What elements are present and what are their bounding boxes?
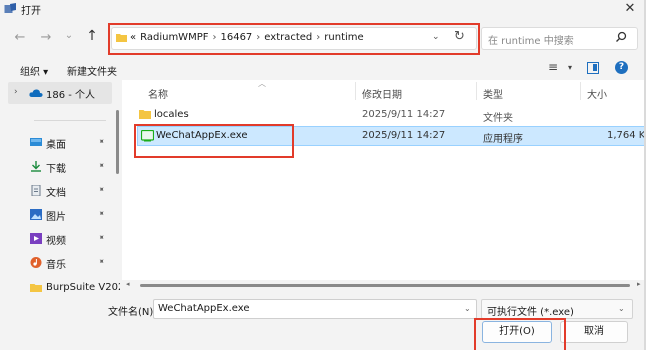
sidebar-item-label: 桌面 xyxy=(46,140,66,151)
videos-icon xyxy=(30,233,42,244)
file-modified: 2025/9/11 14:27 xyxy=(362,130,446,141)
sidebar-item-pictures[interactable]: 图片 ✦ xyxy=(30,206,110,224)
recent-locations-button[interactable]: ⌄ xyxy=(62,30,76,46)
sidebar-item-documents[interactable]: 文档 ✦ xyxy=(30,182,110,200)
forward-button[interactable]: → xyxy=(38,30,54,46)
file-modified: 2025/9/11 14:27 xyxy=(362,109,446,120)
column-divider[interactable] xyxy=(355,82,356,100)
sidebar-item-music[interactable]: 音乐 ✦ xyxy=(30,254,110,272)
column-header-type[interactable]: 类型 xyxy=(483,86,503,101)
file-type: 应用程序 xyxy=(483,134,523,145)
pin-icon[interactable]: ✦ xyxy=(96,184,107,195)
cancel-button[interactable]: 取消 xyxy=(560,321,628,343)
organize-button[interactable]: 组织 ▾ xyxy=(20,63,48,78)
view-options-icon[interactable]: ≡ xyxy=(548,60,558,74)
divider xyxy=(34,120,106,121)
filetype-value: 可执行文件 (*.exe) xyxy=(487,307,574,318)
file-type: 文件夹 xyxy=(483,113,513,124)
column-header-name[interactable]: 名称 xyxy=(148,86,168,101)
sidebar-item-label: 下载 xyxy=(46,164,66,175)
sidebar-item-burpsuite[interactable]: BurpSuite V202 xyxy=(30,280,120,292)
pin-icon[interactable]: ✦ xyxy=(96,256,107,267)
preview-pane-icon[interactable] xyxy=(587,62,599,74)
pin-icon[interactable]: ✦ xyxy=(96,160,107,171)
pin-icon[interactable]: ✦ xyxy=(96,232,107,243)
pictures-icon xyxy=(30,209,42,220)
music-icon xyxy=(30,257,42,268)
app-icon xyxy=(4,3,16,13)
new-folder-button[interactable]: 新建文件夹 xyxy=(67,63,117,78)
close-button[interactable]: ✕ xyxy=(620,0,640,18)
scroll-right-icon[interactable]: ▸ xyxy=(637,280,641,288)
desktop-icon xyxy=(30,138,42,146)
help-icon[interactable]: ? xyxy=(615,61,628,74)
horizontal-scrollbar[interactable] xyxy=(140,284,630,287)
sidebar-item-desktop[interactable]: 桌面 ✦ xyxy=(30,134,110,152)
search-icon[interactable] xyxy=(614,30,628,44)
up-button[interactable]: ↑ xyxy=(84,28,100,46)
folder-icon xyxy=(30,284,42,292)
sidebar-item-label: 视频 xyxy=(46,236,66,247)
sidebar-item-videos[interactable]: 视频 ✦ xyxy=(30,230,110,248)
filename-label: 文件名(N): xyxy=(108,307,157,318)
sidebar-scrollbar[interactable] xyxy=(116,110,119,174)
chevron-down-icon[interactable]: ⌄ xyxy=(618,304,625,313)
file-name: locales xyxy=(154,109,189,120)
document-icon xyxy=(31,185,41,196)
filename-value: WeChatAppEx.exe xyxy=(158,303,250,314)
column-divider[interactable] xyxy=(476,82,477,100)
highlight-box-file xyxy=(134,124,294,158)
column-header-size[interactable]: 大小 xyxy=(587,86,607,101)
highlight-box-address xyxy=(108,23,480,55)
sidebar-item-downloads[interactable]: 下载 ✦ xyxy=(30,158,110,176)
sidebar-item-label: BurpSuite V202 xyxy=(46,282,120,292)
sidebar-item-label: 文档 xyxy=(46,188,66,199)
scroll-left-icon[interactable]: ◂ xyxy=(126,280,130,288)
back-button[interactable]: ← xyxy=(12,30,28,46)
sort-indicator-icon: ︿ xyxy=(258,79,266,88)
sidebar-item-label: 音乐 xyxy=(46,260,66,271)
download-icon xyxy=(31,161,41,172)
search-placeholder: 在 runtime 中搜索 xyxy=(488,36,574,47)
sidebar-item-label: 图片 xyxy=(46,212,66,223)
file-row[interactable]: locales 2025/9/11 14:27 文件夹 xyxy=(130,106,646,124)
title-bar xyxy=(0,0,646,18)
pin-icon[interactable]: ✦ xyxy=(96,136,107,147)
chevron-down-icon[interactable]: ⌄ xyxy=(464,304,471,313)
navigation-pane xyxy=(0,80,120,280)
file-size: 1,764 K xyxy=(607,130,646,141)
expand-chevron-icon[interactable]: › xyxy=(14,87,18,97)
cloud-icon xyxy=(29,89,43,97)
folder-icon xyxy=(139,110,151,119)
sidebar-item-label: 186 - 个人 xyxy=(46,90,96,101)
highlight-box-open xyxy=(474,318,566,350)
window-title: 打开 xyxy=(21,6,41,17)
column-header-modified[interactable]: 修改日期 xyxy=(362,86,402,101)
column-divider[interactable] xyxy=(580,82,581,100)
view-dropdown-icon[interactable]: ▾ xyxy=(568,63,572,72)
pin-icon[interactable]: ✦ xyxy=(96,208,107,219)
